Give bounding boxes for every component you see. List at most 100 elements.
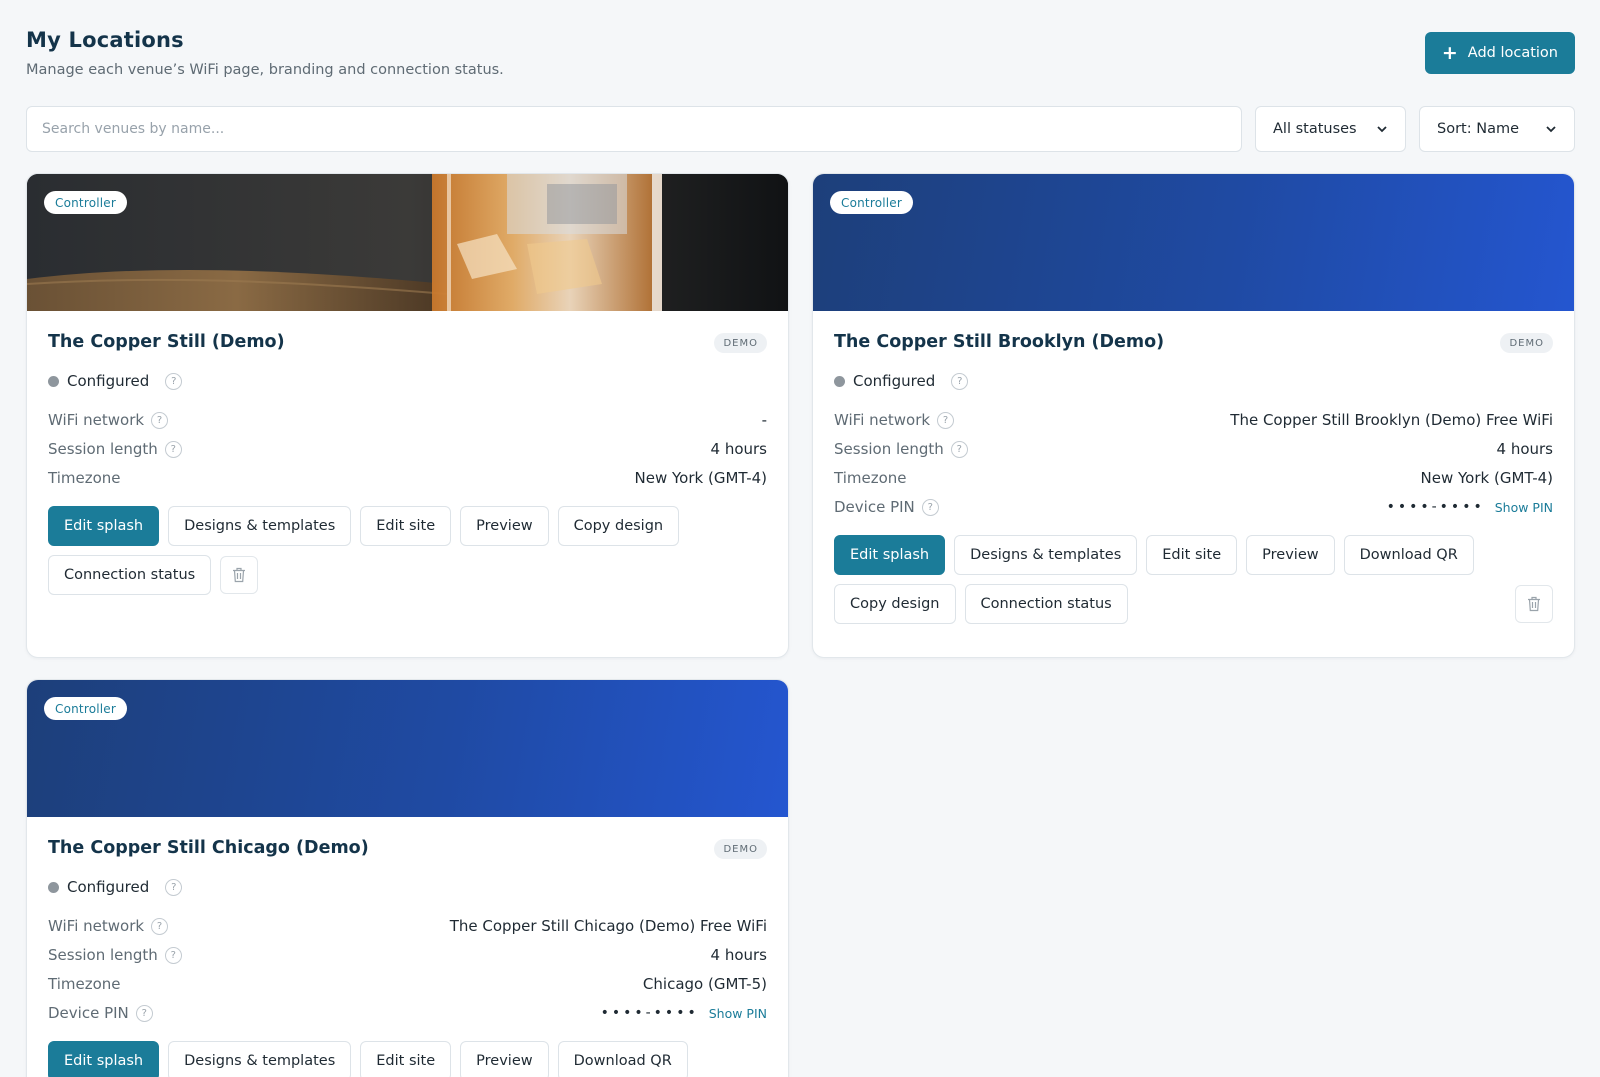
timezone-label: Timezone <box>834 469 907 487</box>
cocktail-photo <box>27 174 788 311</box>
demo-badge: DEMO <box>1500 333 1553 353</box>
timezone-label: Timezone <box>48 469 121 487</box>
designs-templates-button[interactable]: Designs & templates <box>954 535 1138 575</box>
device-pin-masked: ••••-•••• <box>1386 499 1485 515</box>
wifi-network-label: WiFi network <box>48 411 145 429</box>
show-pin-link[interactable]: Show PIN <box>1495 500 1553 515</box>
venue-banner: Controller <box>27 680 788 817</box>
session-length-row: Session length? 4 hours <box>48 438 767 460</box>
demo-badge: DEMO <box>714 839 767 859</box>
status-text: Configured <box>67 878 150 896</box>
help-icon[interactable]: ? <box>135 1004 153 1022</box>
page-header: My Locations Manage each venue’s WiFi pa… <box>26 26 1575 82</box>
wifi-network-label: WiFi network <box>48 917 145 935</box>
status-dot-icon <box>48 881 59 893</box>
status-row: Configured ? <box>48 370 183 392</box>
timezone-row: Timezone Chicago (GMT-5) <box>48 973 767 995</box>
edit-splash-button[interactable]: Edit splash <box>834 535 946 575</box>
timezone-value: Chicago (GMT-5) <box>642 975 767 993</box>
venue-card: Controller The Copper Still (Demo) DEMO … <box>26 173 789 658</box>
help-icon[interactable]: ? <box>164 946 182 964</box>
wifi-network-row: WiFi network? - <box>48 409 767 431</box>
timezone-label: Timezone <box>48 975 121 993</box>
session-length-row: Session length? 4 hours <box>48 944 767 966</box>
status-filter-select[interactable]: All statuses <box>1255 106 1406 152</box>
venue-name: The Copper Still (Demo) <box>48 332 285 352</box>
help-icon[interactable]: ? <box>165 878 183 896</box>
search-input[interactable] <box>26 106 1242 152</box>
device-pin-label: Device PIN <box>48 1004 129 1022</box>
session-length-value: 4 hours <box>710 440 767 458</box>
trash-icon <box>1528 596 1540 612</box>
add-location-button[interactable]: + Add location <box>1424 32 1575 74</box>
help-icon[interactable]: ? <box>937 411 955 429</box>
copy-design-button[interactable]: Copy design <box>557 506 680 546</box>
venue-name: The Copper Still Brooklyn (Demo) <box>834 332 1165 352</box>
connection-status-button[interactable]: Connection status <box>964 584 1128 624</box>
help-icon[interactable]: ? <box>921 498 939 516</box>
help-icon[interactable]: ? <box>151 917 169 935</box>
status-dot-icon <box>834 375 845 387</box>
help-icon[interactable]: ? <box>951 372 969 390</box>
venue-banner-image: Controller <box>27 174 788 311</box>
controller-badge: Controller <box>44 191 128 214</box>
show-pin-link[interactable]: Show PIN <box>709 1006 767 1021</box>
designs-templates-button[interactable]: Designs & templates <box>168 1041 352 1077</box>
action-row: Edit splash Designs & templates Edit sit… <box>834 535 1553 575</box>
status-text: Configured <box>853 372 936 390</box>
chevron-down-icon <box>1546 126 1556 133</box>
preview-button[interactable]: Preview <box>460 1041 549 1077</box>
download-qr-button[interactable]: Download QR <box>1343 535 1474 575</box>
page: My Locations Manage each venue’s WiFi pa… <box>26 0 1575 1077</box>
edit-splash-button[interactable]: Edit splash <box>48 1041 160 1077</box>
timezone-row: Timezone New York (GMT-4) <box>48 467 767 489</box>
trash-icon <box>233 567 246 583</box>
copy-design-button[interactable]: Copy design <box>834 584 956 624</box>
page-subtitle: Manage each venue’s WiFi page, branding … <box>26 62 504 78</box>
device-pin-row: Device PIN? ••••-•••• Show PIN <box>48 1002 767 1024</box>
controller-badge: Controller <box>830 191 914 214</box>
add-location-label: Add location <box>1467 45 1558 61</box>
page-title: My Locations <box>26 28 184 52</box>
device-pin-masked: ••••-•••• <box>600 1005 699 1021</box>
venue-card: Controller The Copper Still Brooklyn (De… <box>812 173 1575 658</box>
edit-splash-button[interactable]: Edit splash <box>48 506 160 546</box>
wifi-network-value: The Copper Still Brooklyn (Demo) Free Wi… <box>1230 411 1553 429</box>
status-row: Configured ? <box>48 876 183 898</box>
wifi-network-value: - <box>761 411 767 429</box>
help-icon[interactable]: ? <box>164 440 182 458</box>
chevron-down-icon <box>1377 126 1387 133</box>
filter-toolbar: All statuses Sort: Name <box>26 106 1575 152</box>
delete-button[interactable] <box>220 556 259 594</box>
delete-button[interactable] <box>1515 585 1553 623</box>
help-icon[interactable]: ? <box>151 411 169 429</box>
preview-button[interactable]: Preview <box>460 506 549 546</box>
status-filter-value: All statuses <box>1273 121 1357 137</box>
device-pin-label: Device PIN <box>834 498 915 516</box>
timezone-row: Timezone New York (GMT-4) <box>834 467 1553 489</box>
timezone-value: New York (GMT-4) <box>1420 469 1553 487</box>
session-length-row: Session length? 4 hours <box>834 438 1553 460</box>
device-pin-row: Device PIN? ••••-•••• Show PIN <box>834 496 1553 518</box>
edit-site-button[interactable]: Edit site <box>360 506 452 546</box>
help-icon[interactable]: ? <box>950 440 968 458</box>
wifi-network-row: WiFi network? The Copper Still Chicago (… <box>48 915 767 937</box>
preview-button[interactable]: Preview <box>1246 535 1335 575</box>
connection-status-button[interactable]: Connection status <box>48 555 212 595</box>
help-icon[interactable]: ? <box>165 372 183 390</box>
venue-name: The Copper Still Chicago (Demo) <box>48 838 369 858</box>
sort-select[interactable]: Sort: Name <box>1419 106 1575 152</box>
download-qr-button[interactable]: Download QR <box>557 1041 688 1077</box>
edit-site-button[interactable]: Edit site <box>1146 535 1238 575</box>
controller-badge: Controller <box>44 697 128 720</box>
status-text: Configured <box>67 372 150 390</box>
timezone-value: New York (GMT-4) <box>634 469 767 487</box>
session-length-label: Session length <box>48 440 158 458</box>
venue-banner: Controller <box>813 174 1574 311</box>
plus-icon: + <box>1441 41 1458 64</box>
status-dot-icon <box>48 375 59 387</box>
session-length-value: 4 hours <box>710 946 767 964</box>
designs-templates-button[interactable]: Designs & templates <box>168 506 352 546</box>
session-length-label: Session length <box>834 440 944 458</box>
edit-site-button[interactable]: Edit site <box>360 1041 452 1077</box>
